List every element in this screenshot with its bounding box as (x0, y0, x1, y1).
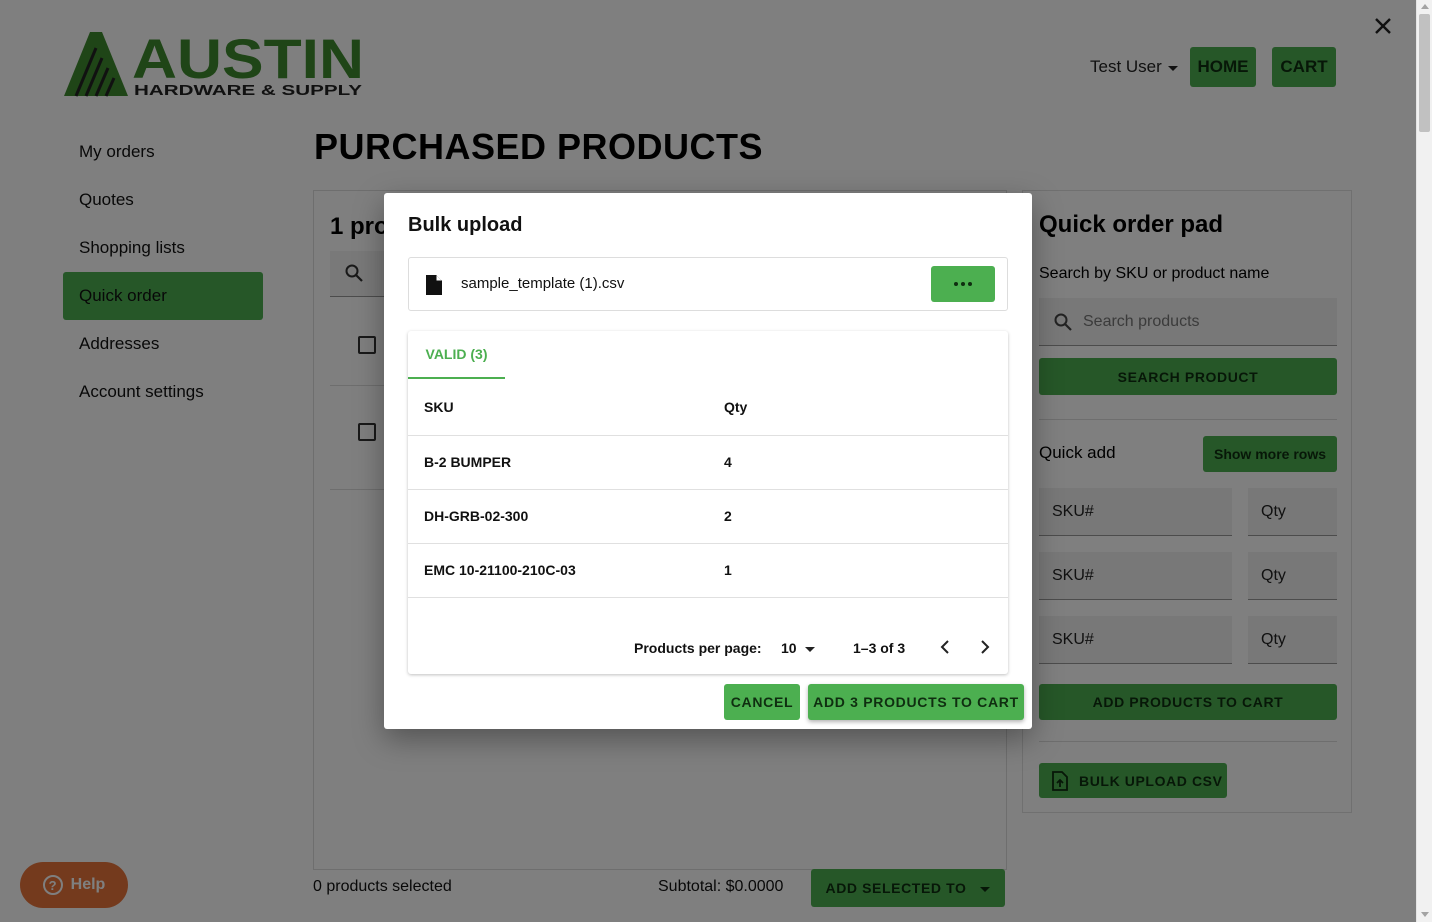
table-row: DH-GRB-02-300 2 (408, 489, 1008, 543)
close-icon[interactable] (1371, 14, 1395, 38)
cancel-button[interactable]: CANCEL (724, 684, 800, 720)
table-row: B-2 BUMPER 4 (408, 435, 1008, 489)
scroll-thumb[interactable] (1419, 14, 1430, 132)
tab-valid[interactable]: VALID (3) (408, 331, 505, 379)
row-sku: DH-GRB-02-300 (424, 508, 529, 524)
rows-per-page-value: 10 (781, 640, 797, 656)
scroll-up-arrow[interactable] (1421, 4, 1429, 9)
file-icon (426, 275, 442, 295)
rows-per-page-label: Products per page: (634, 640, 762, 656)
row-sku: B-2 BUMPER (424, 454, 512, 470)
page-scrollbar[interactable] (1416, 0, 1432, 922)
file-more-options-button[interactable] (931, 266, 995, 302)
column-header-sku: SKU (424, 399, 454, 415)
more-dot (954, 282, 958, 286)
upload-results-table: VALID (3) SKU Qty B-2 BUMPER 4 DH-GRB-02… (408, 331, 1008, 674)
table-end-divider (408, 597, 1008, 598)
scroll-down-arrow[interactable] (1421, 912, 1429, 917)
dialog-title: Bulk upload (408, 214, 523, 236)
chevron-right-icon[interactable] (978, 638, 992, 656)
bulk-upload-dialog: Bulk upload sample_template (1).csv VALI… (384, 193, 1032, 729)
row-qty: 4 (724, 454, 732, 470)
row-qty: 1 (724, 562, 732, 578)
more-dot (968, 282, 972, 286)
file-name: sample_template (1).csv (461, 275, 625, 292)
row-qty: 2 (724, 508, 732, 524)
add-products-to-cart-button[interactable]: ADD 3 PRODUCTS TO CART (808, 684, 1024, 720)
uploaded-file: sample_template (1).csv (408, 257, 1008, 311)
chevron-down-icon (804, 646, 815, 652)
row-sku: EMC 10-21100-210C-03 (424, 562, 576, 578)
chevron-left-icon[interactable] (938, 638, 952, 656)
pagination-range: 1–3 of 3 (853, 640, 906, 656)
rows-per-page-select[interactable]: 10 (781, 640, 815, 656)
table-row: EMC 10-21100-210C-03 1 (408, 543, 1008, 597)
column-header-qty: Qty (724, 399, 748, 415)
more-dot (961, 282, 965, 286)
